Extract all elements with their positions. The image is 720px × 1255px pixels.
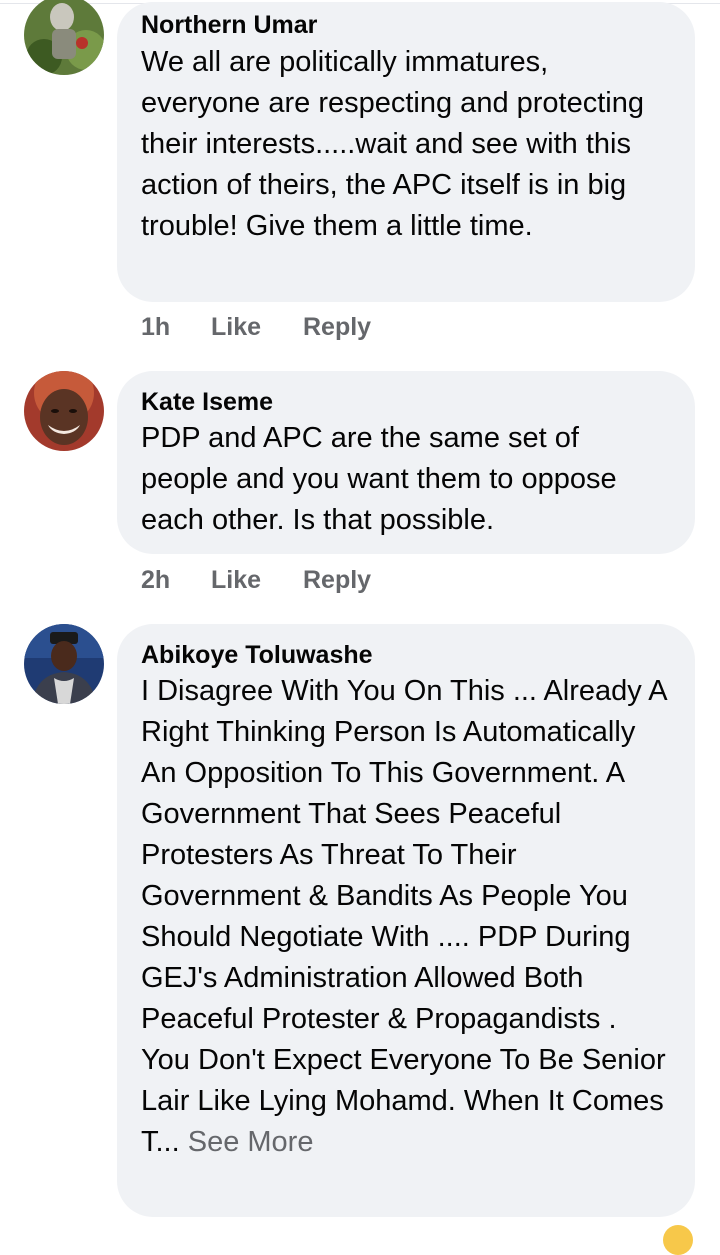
comment-bubble: Kate Iseme PDP and APC are the same set … (117, 371, 695, 554)
comment-timestamp[interactable]: 2h (141, 566, 170, 595)
comment-text-body: I Disagree With You On This ... Already … (141, 675, 666, 1158)
reaction-emoji-icon (663, 1225, 693, 1255)
comment-text: I Disagree With You On This ... Already … (141, 671, 671, 1163)
avatar-image (24, 371, 104, 451)
avatar-image (24, 0, 104, 75)
reply-button[interactable]: Reply (303, 566, 371, 595)
avatar-image (24, 624, 104, 704)
comment-author[interactable]: Abikoye Toluwashe (141, 640, 671, 670)
avatar[interactable] (24, 624, 104, 704)
see-more-link[interactable]: See More (188, 1126, 314, 1158)
comment-timestamp[interactable]: 1h (141, 313, 170, 342)
reply-button[interactable]: Reply (303, 313, 371, 342)
comment-author[interactable]: Kate Iseme (141, 387, 671, 417)
comment-bubble: Northern Umar We all are politically imm… (117, 2, 695, 302)
avatar[interactable] (24, 371, 104, 451)
like-button[interactable]: Like (211, 566, 261, 595)
comment-text: We all are politically immatures, everyo… (141, 46, 644, 242)
avatar[interactable] (24, 0, 104, 75)
comment-text: PDP and APC are the same set of people a… (141, 422, 617, 536)
comment-author[interactable]: Northern Umar (141, 10, 671, 40)
like-button[interactable]: Like (211, 313, 261, 342)
comment-bubble: Abikoye Toluwashe I Disagree With You On… (117, 624, 695, 1217)
